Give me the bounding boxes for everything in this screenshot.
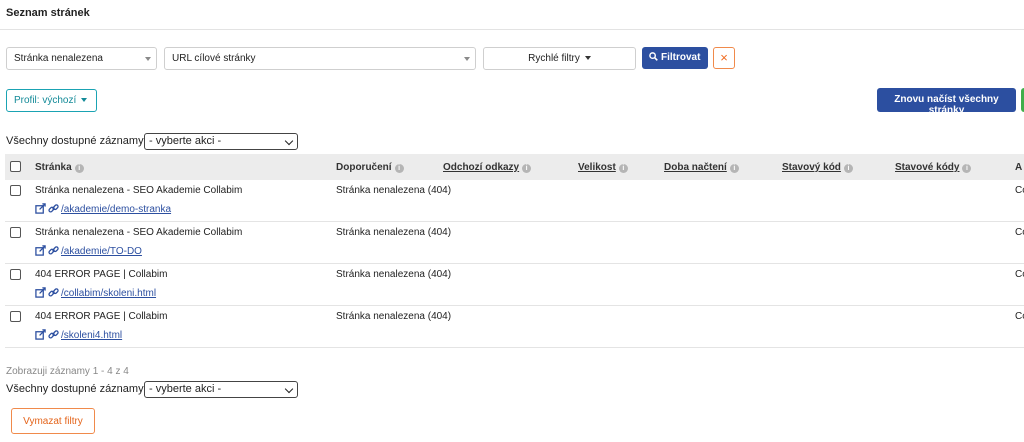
filter-button[interactable]: Filtrovat (642, 47, 708, 69)
column-header-load-time[interactable]: Doba načtení i (664, 162, 739, 173)
page-url-link[interactable]: /collabim/skoleni.html (61, 288, 156, 299)
page-title: Seznam stránek (6, 7, 90, 19)
recommendation-cell: Stránka nenalezena (404) (336, 311, 452, 322)
info-icon: i (74, 164, 84, 173)
recommendation-cell: Stránka nenalezena (404) (336, 227, 452, 238)
status-filter-select[interactable]: Stránka nenalezena (6, 47, 157, 70)
page-url-link[interactable]: /skoleni4.html (61, 330, 122, 341)
clear-filter-button[interactable]: × (713, 47, 735, 69)
info-icon: i (962, 164, 972, 173)
info-icon: i (729, 164, 739, 173)
reload-all-pages-button[interactable]: Znovu načíst všechny stránky (877, 88, 1016, 116)
column-header-status-codes[interactable]: Stavové kódy i (895, 162, 972, 173)
column-label: Stavový kód (782, 162, 841, 173)
close-icon: × (720, 50, 728, 65)
column-label: Stránka (35, 162, 72, 173)
chevron-down-icon (145, 57, 151, 61)
recommendation-cell: Stránka nenalezena (404) (336, 185, 452, 196)
caret-down-icon (81, 98, 88, 102)
page-links: /akademie/demo-stranka (35, 203, 171, 215)
clear-filters-button[interactable]: Vymazat filtry (11, 408, 95, 434)
page-links: /skoleni4.html (35, 329, 122, 341)
edit-icon[interactable] (35, 245, 46, 256)
page-title-cell: 404 ERROR PAGE | Collabim (35, 269, 168, 280)
bulk-label-top: Všechny dostupné záznamy (6, 135, 144, 147)
chevron-down-icon (284, 136, 294, 146)
page-title-cell: Stránka nenalezena - SEO Akademie Collab… (35, 185, 243, 196)
filter-button-label: Filtrovat (661, 52, 701, 63)
row-checkbox[interactable] (10, 227, 21, 238)
table-row: Stránka nenalezena - SEO Akademie Collab… (5, 180, 1024, 222)
column-header-cut[interactable]: A (1015, 162, 1022, 173)
page-title-cell: 404 ERROR PAGE | Collabim (35, 311, 168, 322)
chevron-down-icon (464, 57, 470, 61)
column-label: Doba načtení (664, 162, 727, 173)
quick-filters-label: Rychlé filtry (528, 53, 580, 64)
column-label: Doporučení (336, 162, 392, 173)
column-header-recommendation[interactable]: Doporučení i (336, 162, 404, 173)
info-icon: i (618, 164, 628, 173)
page-links: /akademie/TO-DO (35, 245, 142, 257)
url-filter-select[interactable]: URL cílové stránky (164, 47, 476, 70)
table-row: Stránka nenalezena - SEO Akademie Collab… (5, 222, 1024, 264)
cut-cell: Co (1015, 227, 1024, 238)
edit-icon[interactable] (35, 203, 46, 214)
link-icon[interactable] (48, 287, 59, 298)
cut-cell: Co (1015, 269, 1024, 280)
column-label: Velikost (578, 162, 616, 173)
row-checkbox[interactable] (10, 311, 21, 322)
column-header-status-code[interactable]: Stavový kód i (782, 162, 853, 173)
page-url-link[interactable]: /akademie/TO-DO (61, 246, 142, 257)
link-icon[interactable] (48, 245, 59, 256)
page-url-link[interactable]: /akademie/demo-stranka (61, 204, 171, 215)
bulk-action-value: - vyberte akci - (149, 135, 222, 147)
row-checkbox[interactable] (10, 185, 21, 196)
column-header-outgoing-links[interactable]: Odchozí odkazy i (443, 162, 532, 173)
row-checkbox[interactable] (10, 269, 21, 280)
bulk-action-value: - vyberte akci - (149, 383, 222, 395)
bulk-action-select-bottom[interactable]: - vyberte akci - (144, 381, 298, 398)
page-title-cell: Stránka nenalezena - SEO Akademie Collab… (35, 227, 243, 238)
profile-label: Profil: výchozí (14, 95, 77, 106)
edit-icon[interactable] (35, 287, 46, 298)
column-header-page[interactable]: Stránka i (35, 162, 84, 173)
bulk-action-select-top[interactable]: - vyberte akci - (144, 133, 298, 150)
caret-down-icon (584, 56, 591, 60)
link-icon[interactable] (48, 203, 59, 214)
column-label: Stavové kódy (895, 162, 960, 173)
select-all-checkbox[interactable] (10, 161, 21, 172)
column-label: Odchozí odkazy (443, 162, 520, 173)
status-filter-value: Stránka nenalezena (14, 53, 103, 64)
url-filter-value: URL cílové stránky (172, 53, 256, 64)
table-row: 404 ERROR PAGE | Collabim /collabim/skol… (5, 264, 1024, 306)
info-icon: i (394, 164, 404, 173)
column-header-size[interactable]: Velikost i (578, 162, 628, 173)
chevron-down-icon (284, 384, 294, 394)
info-icon: i (522, 164, 532, 173)
cut-cell: Co (1015, 185, 1024, 196)
table-header: Stránka i Doporučení i Odchozí odkazy i Vel… (5, 154, 1024, 180)
profile-dropdown[interactable]: Profil: výchozí (6, 89, 97, 112)
page-header: Seznam stránek (0, 0, 1024, 30)
bulk-label-bottom: Všechny dostupné záznamy (6, 383, 144, 395)
link-icon[interactable] (48, 329, 59, 340)
search-icon (649, 52, 658, 61)
info-icon: i (843, 164, 853, 173)
records-summary: Zobrazuji záznamy 1 - 4 z 4 (6, 366, 129, 377)
edit-icon[interactable] (35, 329, 46, 340)
page-links: /collabim/skoleni.html (35, 287, 156, 299)
recommendation-cell: Stránka nenalezena (404) (336, 269, 452, 280)
cut-cell: Co (1015, 311, 1024, 322)
table-row: 404 ERROR PAGE | Collabim /skoleni4.html… (5, 306, 1024, 348)
quick-filters-dropdown[interactable]: Rychlé filtry (483, 47, 636, 70)
